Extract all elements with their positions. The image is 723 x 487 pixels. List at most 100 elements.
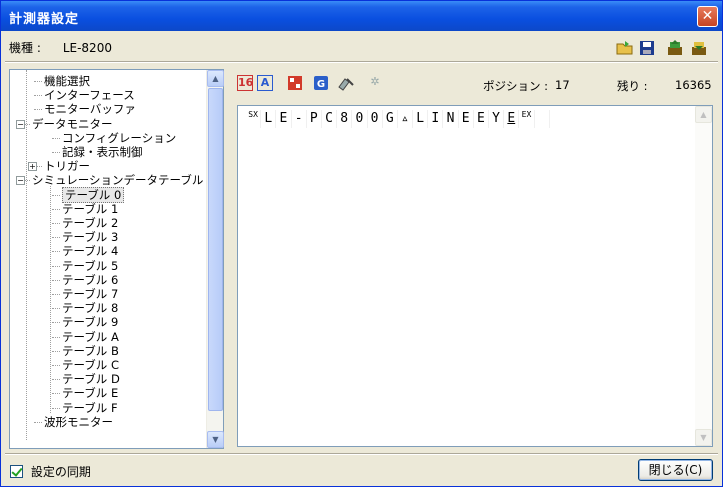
tree-connector [52, 208, 60, 210]
title-bar[interactable]: 計測器設定 ✕ [1, 1, 722, 31]
sync-checkbox-row[interactable]: 設定の同期 [10, 463, 91, 480]
tree-connector [52, 152, 60, 153]
editor-scrollbar[interactable]: ▲ ▼ [695, 106, 712, 446]
editor-cell[interactable]: SX [246, 110, 262, 128]
remaining-label: 残り : [617, 79, 648, 93]
tree-connector [52, 251, 60, 253]
tree-item-label: 波形モニター [44, 414, 113, 429]
control-code-icon[interactable] [287, 75, 303, 91]
save-icon[interactable] [638, 39, 656, 57]
tree-item[interactable]: モニターバッファ [44, 102, 136, 116]
settings-window: 計測器設定 ✕ 機種 : LE-8200 機能選択 インターフェース モニターバッフ… [0, 0, 723, 487]
ascii-mode-icon[interactable]: A [257, 75, 273, 91]
tree-item-label: テーブル 0 [62, 186, 125, 203]
tree-item-label: テーブル 3 [62, 230, 119, 245]
editor-cell[interactable]: I [428, 110, 444, 128]
hex-mode-icon[interactable]: 16 [237, 75, 253, 91]
editor-cell[interactable]: 8 [337, 110, 353, 128]
tree-item[interactable]: テーブル 2 [62, 216, 118, 230]
tree-connector [34, 95, 42, 97]
editor-cell[interactable]: 0 [368, 110, 383, 128]
editor-cell[interactable]: L [261, 110, 277, 128]
tree-item[interactable]: 機能選択 [44, 74, 90, 88]
tree-expander-icon[interactable]: − [16, 119, 25, 129]
tree-connector [52, 265, 60, 267]
editor-cell[interactable]: L [413, 110, 429, 128]
editor-cell[interactable] [535, 110, 550, 128]
editor-scroll-down-button[interactable]: ▼ [695, 429, 712, 446]
tree-connector [34, 421, 42, 423]
scroll-thumb[interactable] [208, 88, 223, 411]
loading-icon: ✲ [370, 75, 380, 88]
sync-checkbox[interactable] [10, 465, 23, 478]
tree-item[interactable]: 記録・表示制御 [62, 145, 143, 159]
tree-connector [52, 223, 60, 224]
tree-item[interactable]: コンフィグレーション [62, 131, 176, 145]
tree-item[interactable]: テーブル 5 [62, 259, 118, 273]
editor-cell[interactable]: ▵ [398, 110, 414, 128]
tree-item-label: インターフェース [44, 88, 135, 103]
tree-item[interactable]: テーブル 4 [62, 244, 118, 258]
tree-item-label: テーブル 2 [62, 216, 119, 230]
tree-item-label: テーブル F [62, 400, 118, 415]
header-separator [5, 61, 718, 63]
editor-cell[interactable]: E [276, 110, 292, 128]
editor-cell[interactable]: N [443, 110, 459, 128]
editor-panel: 16 A G ✲ ポジション : 17 残り : 16365 SX L E - P C 8 0… [233, 67, 717, 453]
editor-cell[interactable]: P [307, 110, 322, 128]
editor-cell[interactable]: C [322, 110, 338, 128]
tree-expander-icon[interactable]: + [28, 162, 37, 172]
tree-item[interactable]: テーブル F [62, 401, 118, 415]
tree-item[interactable]: テーブル C [62, 358, 119, 372]
tree-item[interactable]: テーブル 7 [62, 287, 118, 301]
tree-item[interactable]: テーブル A [62, 330, 119, 344]
tree-connector [52, 350, 60, 352]
editor-cell[interactable]: - [292, 110, 307, 128]
model-row: 機種 : LE-8200 [9, 39, 112, 56]
generate-icon[interactable]: G [313, 75, 329, 91]
editor-cell[interactable]: E [474, 110, 489, 128]
tree-item[interactable]: テーブル 1 [62, 202, 118, 216]
tree-item[interactable]: テーブル 9 [62, 315, 118, 329]
tree-connector [34, 109, 42, 111]
tree-item-label: データモニター [32, 116, 113, 131]
tree-item[interactable]: トリガー [44, 159, 90, 173]
editor-scroll-up-button[interactable]: ▲ [695, 106, 712, 123]
editor-cell[interactable]: E [459, 110, 474, 128]
tree-item[interactable]: テーブル E [62, 386, 118, 400]
tree-item[interactable]: テーブル 8 [62, 301, 118, 315]
tree-connector [52, 365, 60, 366]
tree-scrollbar[interactable]: ▲ ▼ [206, 70, 224, 448]
tree-expander-icon[interactable]: − [16, 176, 25, 186]
editor-cell[interactable]: 0 [352, 110, 368, 128]
editor-cell[interactable]: EX [519, 110, 535, 128]
editor-text-row[interactable]: SX L E - P C 8 0 0 G ▵ L I N E E Y E EX [246, 110, 550, 128]
clear-icon[interactable] [337, 75, 354, 91]
close-window-button[interactable]: ✕ [697, 6, 718, 27]
close-button[interactable]: 閉じる(C) [638, 459, 713, 481]
tree-item[interactable]: 波形モニター [44, 415, 113, 429]
tree-connector [52, 137, 60, 139]
tree-item[interactable]: データモニター [32, 117, 113, 131]
data-editor[interactable]: SX L E - P C 8 0 0 G ▵ L I N E E Y E EX ▲ ▼ [237, 105, 713, 447]
tree-item-label: 機能選択 [44, 74, 90, 88]
tree-item[interactable]: シミュレーションデータテーブル [32, 173, 203, 187]
editor-cell[interactable]: Y [489, 110, 505, 128]
scroll-down-button[interactable]: ▼ [207, 431, 224, 448]
tree-item-label: テーブル 4 [62, 244, 119, 259]
tree-item[interactable]: テーブル B [62, 344, 119, 358]
tree-item[interactable]: インターフェース [44, 88, 135, 102]
sync-label: 設定の同期 [30, 465, 91, 479]
editor-toolbar: 16 A G ✲ ポジション : 17 残り : 16365 [233, 67, 717, 97]
scroll-up-button[interactable]: ▲ [207, 70, 224, 87]
tree-item[interactable]: テーブル 0 [62, 186, 125, 203]
editor-cell[interactable]: G [383, 110, 398, 128]
open-folder-icon[interactable] [616, 39, 634, 57]
import-icon[interactable] [690, 39, 708, 57]
tree-connector [34, 81, 42, 82]
tree-item[interactable]: テーブル D [62, 372, 120, 386]
editor-cell[interactable]: E [504, 110, 520, 128]
tree-item[interactable]: テーブル 3 [62, 230, 118, 244]
export-icon[interactable] [666, 39, 684, 57]
tree-item[interactable]: テーブル 6 [62, 273, 118, 287]
